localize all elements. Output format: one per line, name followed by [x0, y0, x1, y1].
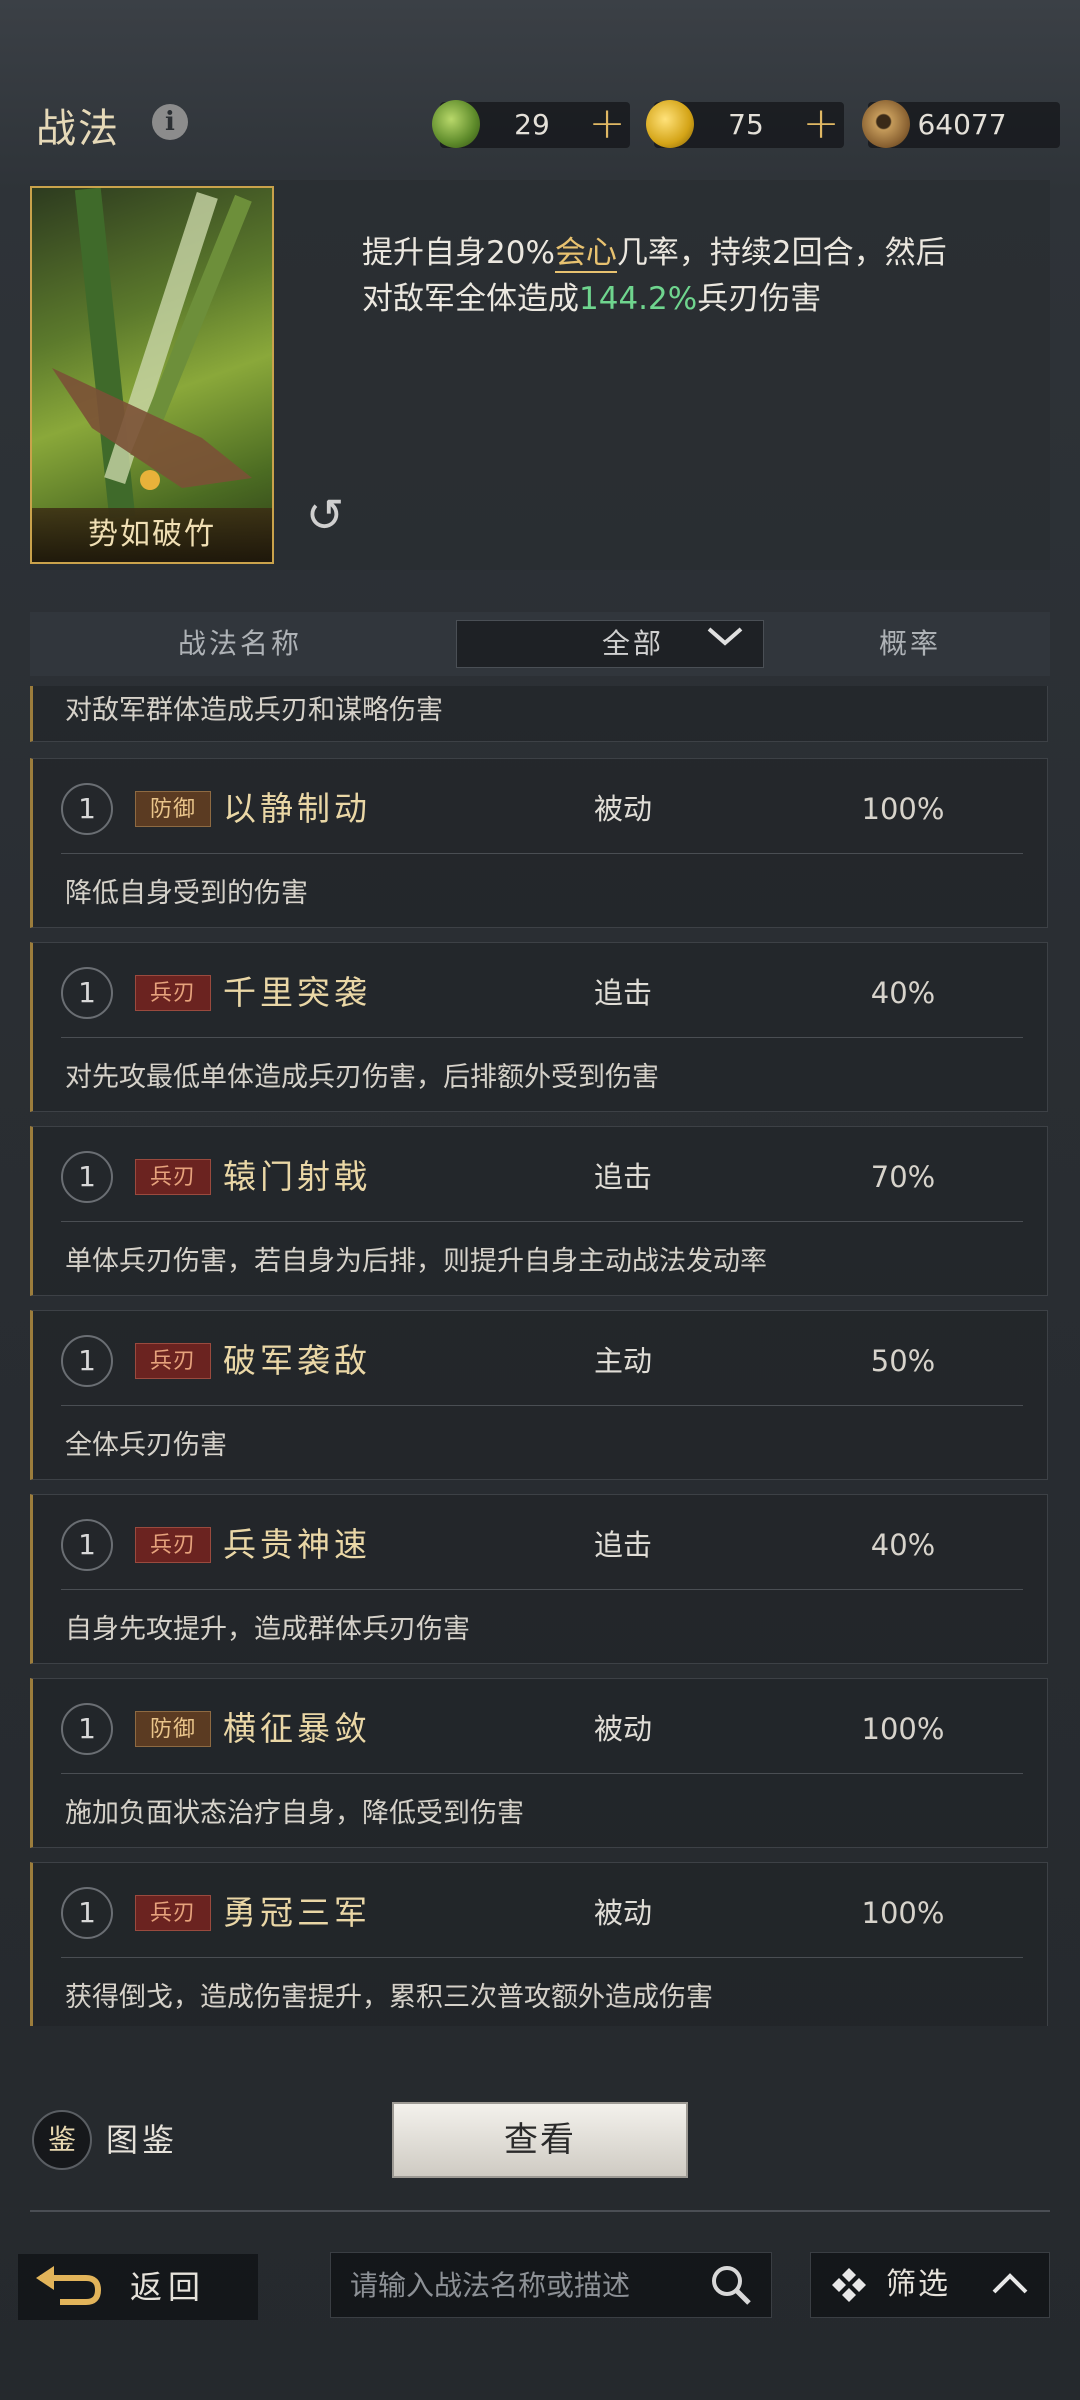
skill-level-badge: 1 — [61, 1519, 113, 1571]
resource-copper-value: 64077 — [917, 108, 1007, 141]
info-icon[interactable]: i — [152, 104, 188, 140]
skill-level-badge: 1 — [61, 1887, 113, 1939]
resource-jade-value: 29 — [514, 108, 550, 141]
list-item-partial[interactable]: 对敌军群体造成兵刃和谋略伤害 — [30, 686, 1048, 742]
row-divider — [61, 853, 1023, 854]
row-divider — [61, 1957, 1023, 1958]
refresh-icon[interactable]: ↺ — [300, 490, 350, 540]
skill-category-tag: 防御 — [135, 1711, 211, 1747]
skill-row-desc: 自身先攻提升，造成群体兵刃伤害 — [65, 1614, 470, 1645]
skill-rate: 40% — [870, 1528, 936, 1562]
skill-name: 横征暴敛 — [223, 1709, 371, 1748]
footer-divider — [30, 2210, 1050, 2212]
skill-level-badge: 1 — [61, 1703, 113, 1755]
skill-name: 勇冠三军 — [223, 1893, 371, 1932]
skill-category-tag: 兵刃 — [135, 1527, 211, 1563]
skill-row[interactable]: 1 防御 以静制动 被动 100% 降低自身受到的伤害 — [30, 758, 1048, 928]
header-skill-name: 战法名称 — [177, 627, 302, 660]
row-divider — [61, 1037, 1023, 1038]
skill-category-tag: 兵刃 — [135, 1895, 211, 1931]
skill-row-desc: 全体兵刃伤害 — [65, 1430, 227, 1461]
back-label[interactable]: 返回 — [130, 2254, 206, 2320]
header-rate: 概率 — [878, 627, 941, 660]
search-icon[interactable] — [708, 2262, 754, 2308]
skill-category-tag: 兵刃 — [135, 975, 211, 1011]
skill-category-tag: 兵刃 — [135, 1343, 211, 1379]
skill-level-badge: 1 — [61, 783, 113, 835]
skill-type: 被动 — [593, 792, 652, 826]
skill-row-desc: 施加负面状态治疗自身，降低受到伤害 — [65, 1798, 524, 1829]
skill-type: 追击 — [593, 976, 652, 1010]
keyword-crit[interactable]: 会心 — [554, 235, 617, 273]
jade-coin-icon — [432, 100, 480, 148]
skill-description: 提升自身20%会心几率，持续2回合，然后 对敌军全体造成144.2%兵刃伤害 — [362, 235, 947, 317]
filter-icon — [830, 2266, 868, 2304]
skill-list[interactable]: 对敌军群体造成兵刃和谋略伤害 1 防御 以静制动 被动 100% 降低自身受到的伤害 1 兵刃… — [30, 686, 1050, 2026]
skill-row-desc: 对先攻最低单体造成兵刃伤害，后排额外受到伤害 — [65, 1062, 659, 1093]
skill-category-tag: 兵刃 — [135, 1159, 211, 1195]
skill-row[interactable]: 1 防御 横征暴敛 被动 100% 施加负面状态治疗自身，降低受到伤害 — [30, 1678, 1048, 1848]
skill-row-desc: 降低自身受到的伤害 — [65, 878, 308, 909]
skill-type: 追击 — [593, 1160, 652, 1194]
skill-rate: 50% — [870, 1344, 936, 1378]
back-arrow-icon[interactable] — [34, 2262, 104, 2312]
skill-rate: 70% — [870, 1160, 936, 1194]
codex-icon[interactable]: 鉴 — [32, 2110, 92, 2170]
skill-name: 以静制动 — [223, 789, 371, 828]
skill-row[interactable]: 1 兵刃 破军袭敌 主动 50% 全体兵刃伤害 — [30, 1310, 1048, 1480]
skill-name: 破军袭敌 — [223, 1341, 371, 1380]
skill-level-badge: 1 — [61, 1335, 113, 1387]
skill-rate: 100% — [861, 1712, 945, 1746]
skill-row[interactable]: 1 兵刃 千里突袭 追击 40% 对先攻最低单体造成兵刃伤害，后排额外受到伤害 — [30, 942, 1048, 1112]
page-title: 战法 — [36, 106, 120, 152]
row-divider — [61, 1773, 1023, 1774]
row-divider — [61, 1221, 1023, 1222]
resource-gold-value: 75 — [728, 108, 764, 141]
category-dropdown-value: 全部 — [601, 627, 664, 660]
codex-label[interactable]: 图鉴 — [106, 2114, 178, 2166]
skill-type: 被动 — [593, 1896, 652, 1930]
skill-card-name: 势如破竹 — [88, 517, 216, 552]
skill-type: 主动 — [593, 1344, 652, 1378]
chevron-down-icon — [700, 620, 750, 668]
chevron-up-icon[interactable] — [990, 2264, 1030, 2304]
add-gold-button[interactable]: + — [798, 98, 844, 150]
copper-coin-icon — [862, 100, 910, 148]
skill-name: 兵贵神速 — [223, 1525, 371, 1564]
row-divider — [61, 1589, 1023, 1590]
skill-rate: 100% — [861, 792, 945, 826]
add-jade-button[interactable]: + — [584, 98, 630, 150]
view-button[interactable]: 查看 — [392, 2102, 688, 2178]
skill-name: 千里突袭 — [223, 973, 371, 1012]
skill-row[interactable]: 1 兵刃 勇冠三军 被动 100% 获得倒戈，造成伤害提升，累积三次普攻额外造成伤害 — [30, 1862, 1048, 2026]
skill-row[interactable]: 1 兵刃 辕门射戟 追击 70% 单体兵刃伤害，若自身为后排，则提升自身主动战法发动率 — [30, 1126, 1048, 1296]
skill-rate: 40% — [870, 976, 936, 1010]
skill-name: 辕门射戟 — [223, 1157, 371, 1196]
skill-rate: 100% — [861, 1896, 945, 1930]
skill-type: 追击 — [593, 1528, 652, 1562]
row-divider — [61, 1405, 1023, 1406]
damage-percent: 144.2% — [579, 281, 698, 317]
search-input[interactable] — [348, 2252, 692, 2320]
filter-label[interactable]: 筛选 — [886, 2252, 950, 2318]
skill-row-desc: 单体兵刃伤害，若自身为后排，则提升自身主动战法发动率 — [65, 1246, 767, 1277]
skill-category-tag: 防御 — [135, 791, 211, 827]
skill-level-badge: 1 — [61, 1151, 113, 1203]
gold-coin-icon — [646, 100, 694, 148]
skill-type: 被动 — [593, 1712, 652, 1746]
skill-row-desc: 获得倒戈，造成伤害提升，累积三次普攻额外造成伤害 — [65, 1982, 713, 2013]
skill-level-badge: 1 — [61, 967, 113, 1019]
list-item-desc: 对敌军群体造成兵刃和谋略伤害 — [65, 695, 443, 726]
skill-row[interactable]: 1 兵刃 兵贵神速 追击 40% 自身先攻提升，造成群体兵刃伤害 — [30, 1494, 1048, 1664]
